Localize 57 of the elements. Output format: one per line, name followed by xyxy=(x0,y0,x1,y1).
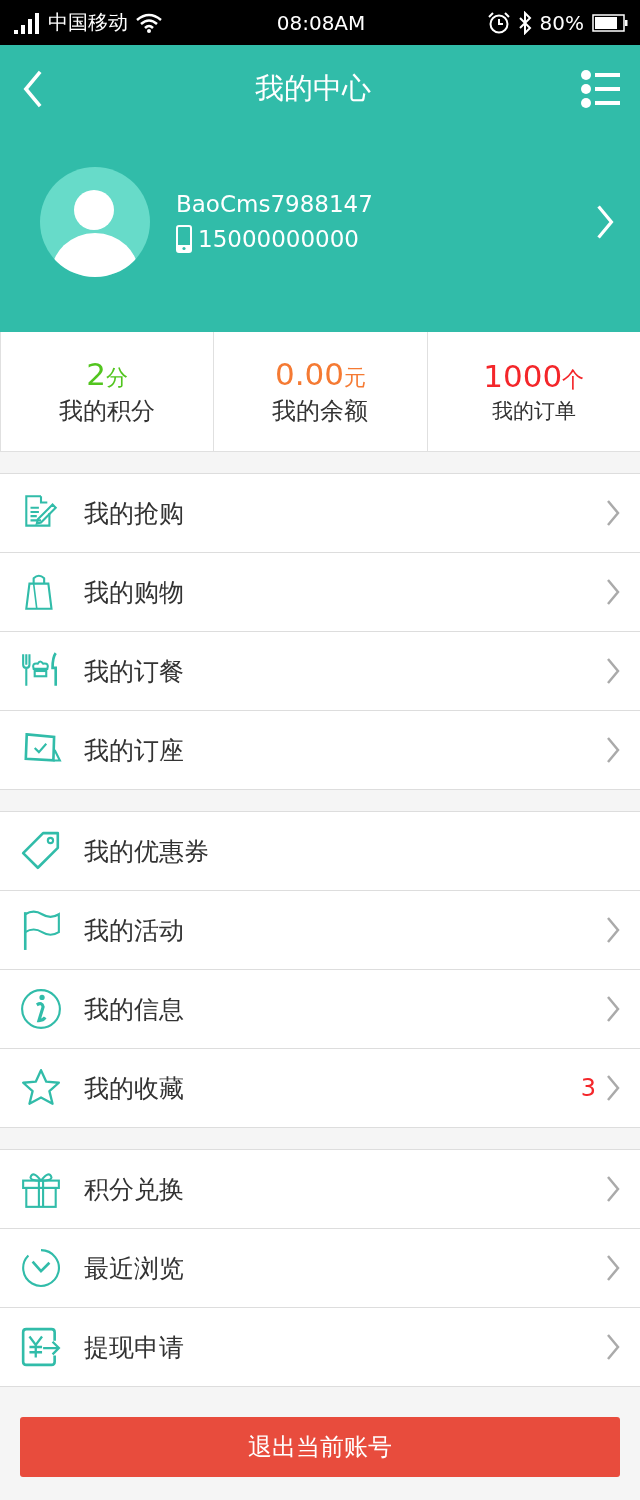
stat-label: 我的订单 xyxy=(491,398,576,425)
logout-button[interactable]: 退出当前账号 xyxy=(20,1417,620,1477)
menu-item[interactable]: 我的购物 xyxy=(0,552,640,631)
menu-item[interactable]: 最近浏览 xyxy=(0,1228,640,1307)
stat-item[interactable]: 0.00元 我的余额 xyxy=(213,332,427,451)
battery-icon xyxy=(592,13,628,32)
stat-item[interactable]: 2分 我的积分 xyxy=(0,332,214,451)
signal-icon xyxy=(14,11,40,34)
menu-item[interactable]: 提现申请 xyxy=(0,1307,640,1386)
menu-item[interactable]: 我的订餐 xyxy=(0,631,640,710)
phone-number: 15000000000 xyxy=(198,226,359,252)
stat-unit: 分 xyxy=(106,365,129,390)
timer-icon xyxy=(20,1247,62,1289)
carrier-name: 中国移动 xyxy=(48,9,128,36)
status-time: 08:08AM xyxy=(276,10,366,35)
menu-item[interactable]: 我的抢购 xyxy=(0,474,640,552)
tag-icon xyxy=(20,830,62,872)
menu-item[interactable]: 我的优惠券 xyxy=(0,812,640,890)
battery-percent: 80% xyxy=(539,10,584,35)
stat-value: 1000 xyxy=(483,358,563,394)
menu-item[interactable]: 我的订座 xyxy=(0,710,640,789)
page-title: 我的中心 xyxy=(255,70,371,107)
menu-label: 我的购物 xyxy=(84,576,185,609)
menu-label: 我的抢购 xyxy=(84,497,185,530)
profile-arrow-button[interactable] xyxy=(594,204,616,240)
stat-value: 2 xyxy=(86,356,107,392)
chevron-icon xyxy=(594,204,616,240)
menu-label: 我的收藏 xyxy=(84,1072,185,1105)
alarm-clock-icon xyxy=(487,11,510,34)
stat-item[interactable]: 1000个 我的订单 xyxy=(426,332,640,451)
menu-label: 我的订餐 xyxy=(84,655,185,688)
info-icon xyxy=(20,988,62,1030)
menu-label: 积分兑换 xyxy=(84,1173,185,1206)
menu-label: 最近浏览 xyxy=(84,1252,185,1285)
yen-exchange-icon xyxy=(20,1326,62,1368)
menu-item[interactable]: 我的信息 xyxy=(0,969,640,1048)
favorites-count: 3 xyxy=(580,1074,596,1102)
menu-item[interactable]: 我的活动 xyxy=(0,890,640,969)
menu-label: 我的优惠券 xyxy=(84,835,210,868)
stat-value: 0.00 xyxy=(274,356,344,392)
stat-label: 我的积分 xyxy=(59,396,156,427)
stat-label: 我的余额 xyxy=(272,396,369,427)
menu-label: 我的活动 xyxy=(84,914,185,947)
list-menu-icon xyxy=(580,70,620,108)
stat-unit: 元 xyxy=(344,365,366,390)
menu-label: 提现申请 xyxy=(84,1331,185,1364)
menu-item[interactable]: 积分兑换 xyxy=(0,1150,640,1228)
username: BaoCms7988147 xyxy=(176,191,374,217)
phone-icon xyxy=(176,225,192,253)
menu-button[interactable] xyxy=(580,70,620,108)
menu-label: 我的信息 xyxy=(84,993,185,1026)
avatar-icon xyxy=(40,167,150,277)
bluetooth-icon xyxy=(517,10,532,35)
menu-item[interactable]: 我的收藏 3 xyxy=(0,1048,640,1127)
stat-unit: 个 xyxy=(562,367,585,392)
menu-label: 我的订座 xyxy=(84,734,185,767)
wifi-icon xyxy=(136,12,162,33)
